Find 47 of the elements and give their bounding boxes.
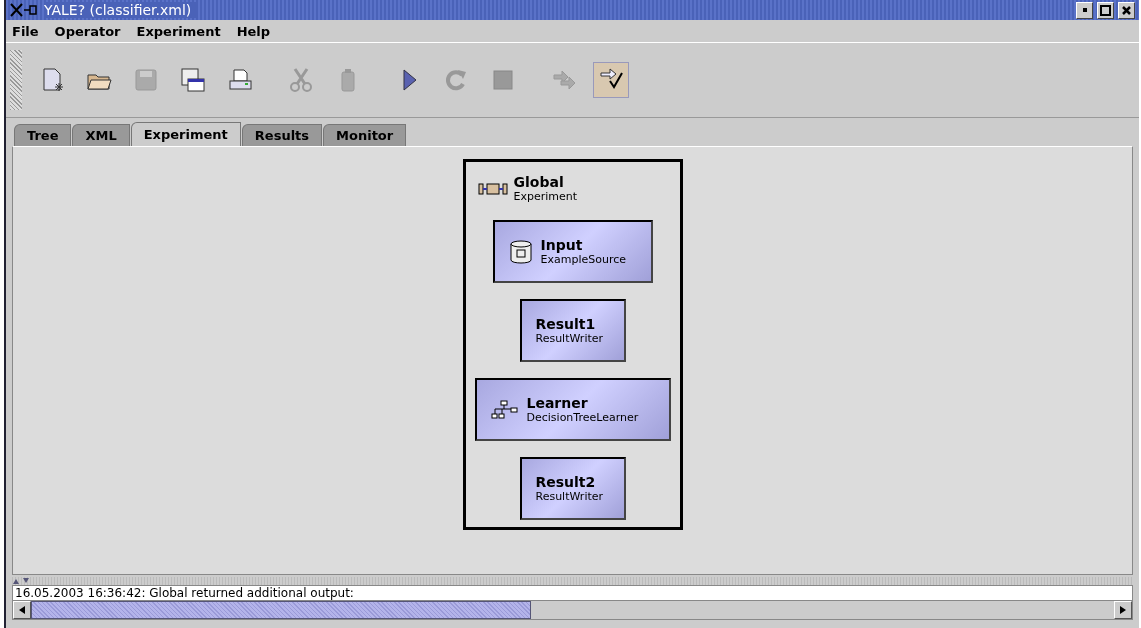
scroll-left-button[interactable] xyxy=(13,601,31,619)
log-line: 16.05.2003 16:36:42: Global returned additional output: xyxy=(14,586,355,600)
left-arrow-icon xyxy=(19,606,25,614)
window-title: YALE? (classifier.xml) xyxy=(44,2,198,18)
tab[interactable]: Experiment xyxy=(130,122,241,146)
operator-name: Global xyxy=(513,174,565,190)
tab[interactable]: Monitor xyxy=(323,124,407,146)
close-icon xyxy=(1122,5,1131,15)
operator-name: Learner xyxy=(526,394,589,411)
close-button[interactable] xyxy=(1118,1,1135,19)
chain-icon xyxy=(477,181,508,197)
menu-item[interactable]: File xyxy=(12,23,39,39)
scissors-icon xyxy=(288,67,314,93)
operator-box[interactable]: Result1 ResultWriter xyxy=(519,299,626,362)
printer-icon xyxy=(227,67,253,93)
toolbar-grip[interactable] xyxy=(10,50,22,110)
tab[interactable]: Tree xyxy=(14,124,72,146)
tab[interactable]: Results xyxy=(241,124,323,146)
operator-box[interactable]: Learner DecisionTreeLearner xyxy=(474,378,671,441)
database-icon xyxy=(508,238,533,265)
scroll-right-button[interactable] xyxy=(1114,601,1132,619)
tab[interactable]: XML xyxy=(72,124,130,146)
operator-name: Result1 xyxy=(535,315,597,332)
operator-type: DecisionTreeLearner xyxy=(526,410,639,425)
operator-name: Result2 xyxy=(535,473,597,490)
toolbar-button[interactable] xyxy=(593,62,629,98)
operator-type: ResultWriter xyxy=(535,331,604,346)
right-arrow-icon xyxy=(1120,606,1126,614)
operator-type: ExampleSource xyxy=(540,252,626,267)
operator-box[interactable]: Input ExampleSource xyxy=(492,220,653,283)
operator-name: Input xyxy=(540,236,584,253)
operator-type: Experiment xyxy=(513,190,578,204)
experiment-box[interactable]: Global Experiment Input ExampleSource Result1 ResultWriter Learner DecisionTreeLearner Result2 ResultWriter xyxy=(462,159,683,530)
minimize-button[interactable] xyxy=(1076,1,1093,19)
menu-item[interactable]: Operator xyxy=(54,23,121,39)
stop-icon xyxy=(490,67,516,93)
operator-box[interactable]: Result2 ResultWriter xyxy=(519,457,626,520)
menu-item[interactable]: Experiment xyxy=(136,23,221,39)
scrollbar-thumb[interactable] xyxy=(31,601,532,619)
maximize-button[interactable] xyxy=(1097,1,1114,19)
menu-item[interactable]: Help xyxy=(236,23,271,39)
operator-type: ResultWriter xyxy=(535,489,604,504)
floppy-disk-icon xyxy=(180,67,206,93)
expand-arrows-icon[interactable] xyxy=(12,578,32,584)
redo-icon xyxy=(443,67,469,93)
hierarchy-icon xyxy=(490,399,519,420)
window-menu-icon[interactable] xyxy=(10,3,40,17)
